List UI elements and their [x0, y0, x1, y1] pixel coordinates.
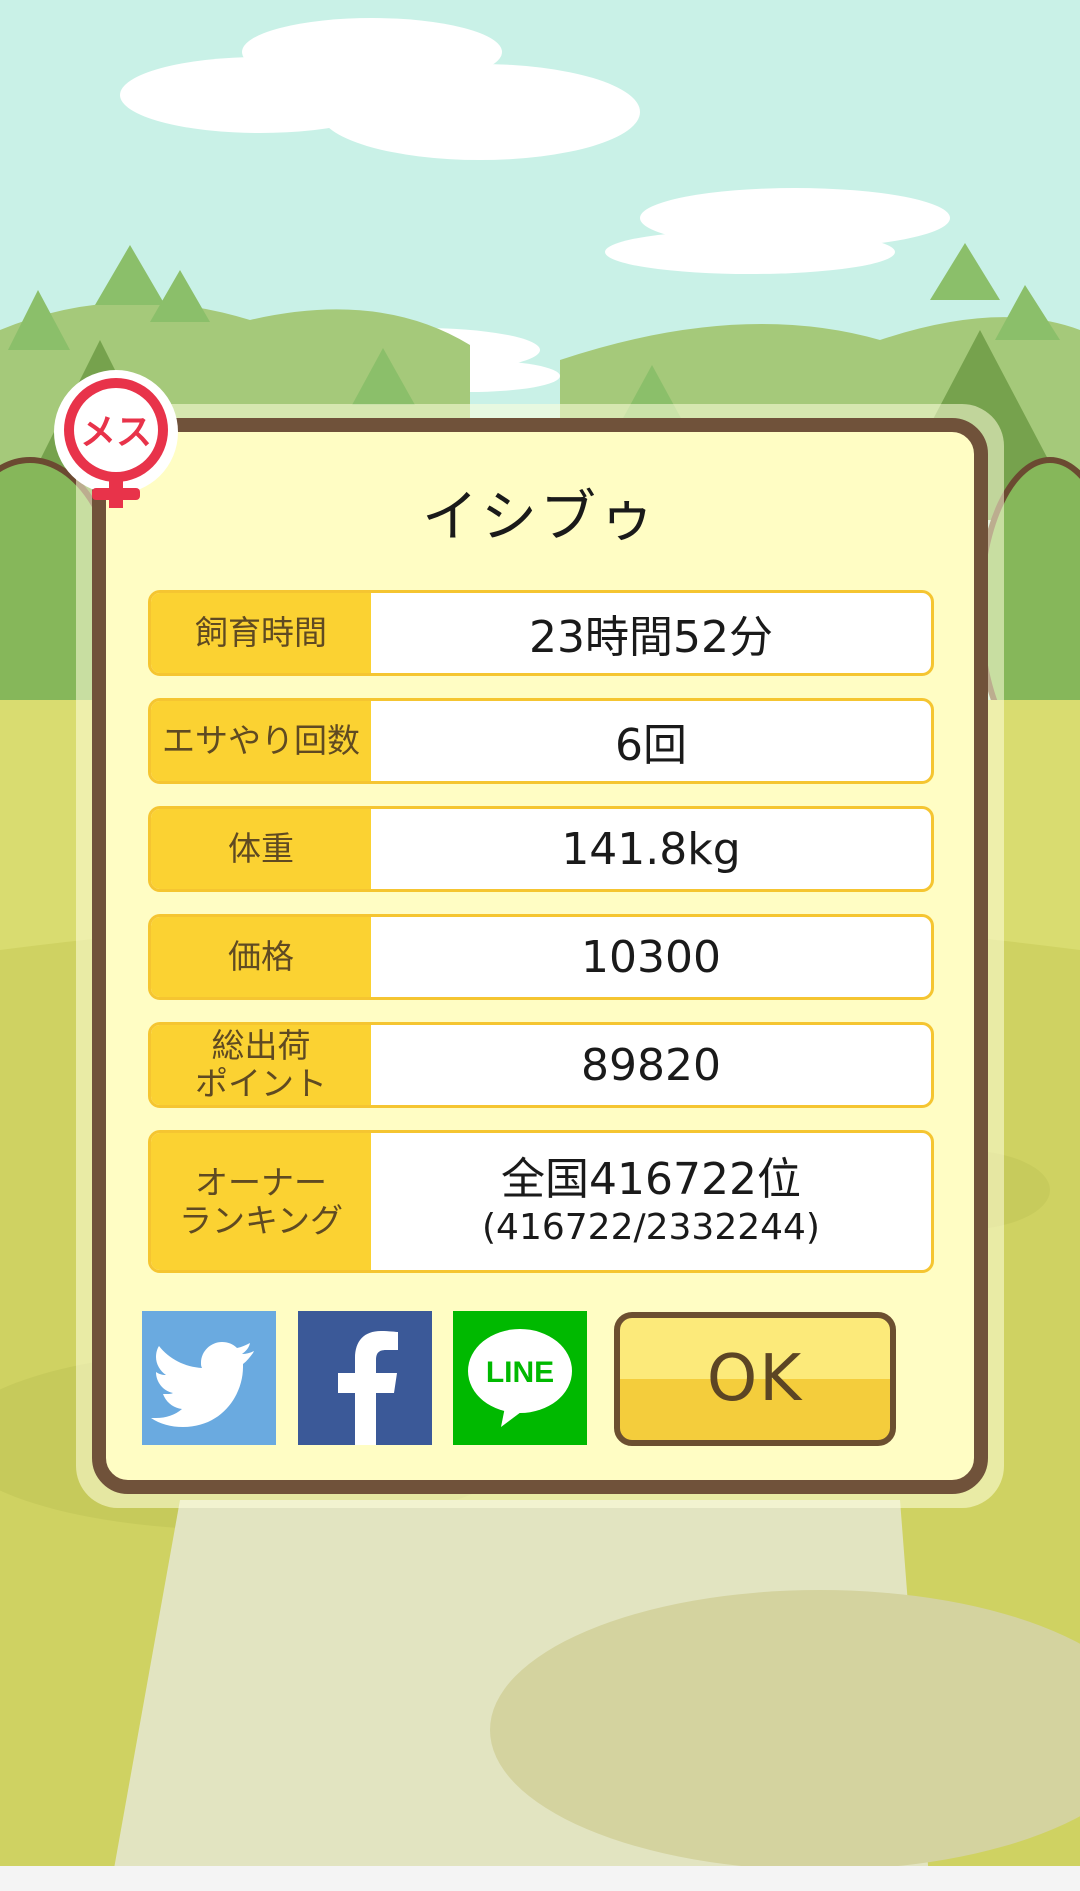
ranking-detail: (416722/2332244): [482, 1207, 820, 1249]
stat-label: 体重: [151, 809, 371, 889]
badge-label: メス: [80, 412, 152, 453]
stat-label-line: ランキング: [178, 1200, 343, 1240]
stat-value: 10300: [581, 931, 721, 983]
stat-value: 23時間52分: [529, 612, 773, 663]
stat-row-weight: 体重 141.8kg: [148, 806, 934, 892]
stat-value: 89820: [581, 1039, 721, 1091]
stat-label: オーナー ランキング: [151, 1133, 371, 1270]
stat-row-raising-time: 飼育時間 23時間52分: [148, 590, 934, 676]
stat-label-line: 総出荷: [211, 1026, 311, 1066]
stat-row-feed-count: エサやり回数 6回: [148, 698, 934, 784]
facebook-share-button[interactable]: [298, 1311, 432, 1445]
stat-value: 141.8kg: [561, 823, 741, 875]
stat-label: 価格: [151, 917, 371, 997]
stat-label: エサやり回数: [151, 701, 371, 781]
stat-label: 飼育時間: [151, 593, 371, 673]
twitter-share-button[interactable]: [142, 1311, 276, 1445]
stat-row-shipping-points: 総出荷 ポイント 89820: [148, 1022, 934, 1108]
pig-name-title: イシブゥ: [422, 485, 658, 550]
ranking-main: 全国416722位: [501, 1153, 801, 1205]
bottom-strip: [0, 1866, 1080, 1891]
stat-row-price: 価格 10300: [148, 914, 934, 1000]
line-share-button[interactable]: LINE: [453, 1311, 587, 1445]
line-label: LINE: [486, 1356, 554, 1389]
stat-row-owner-ranking: オーナー ランキング 全国416722位 (416722/2332244): [148, 1130, 934, 1273]
stat-label-line: オーナー: [194, 1162, 327, 1202]
female-badge-icon: メス: [54, 370, 178, 508]
stat-label: 総出荷 ポイント: [151, 1025, 371, 1105]
stat-value: 全国416722位 (416722/2332244): [371, 1133, 931, 1270]
stat-value: 6回: [615, 720, 687, 771]
ok-button[interactable]: OK: [614, 1312, 896, 1446]
profile-dialog: イシブゥ 飼育時間 23時間52分 エサやり回数 6回 体重 141.8kg 価…: [92, 418, 988, 1494]
stat-label-line: ポイント: [195, 1064, 327, 1103]
